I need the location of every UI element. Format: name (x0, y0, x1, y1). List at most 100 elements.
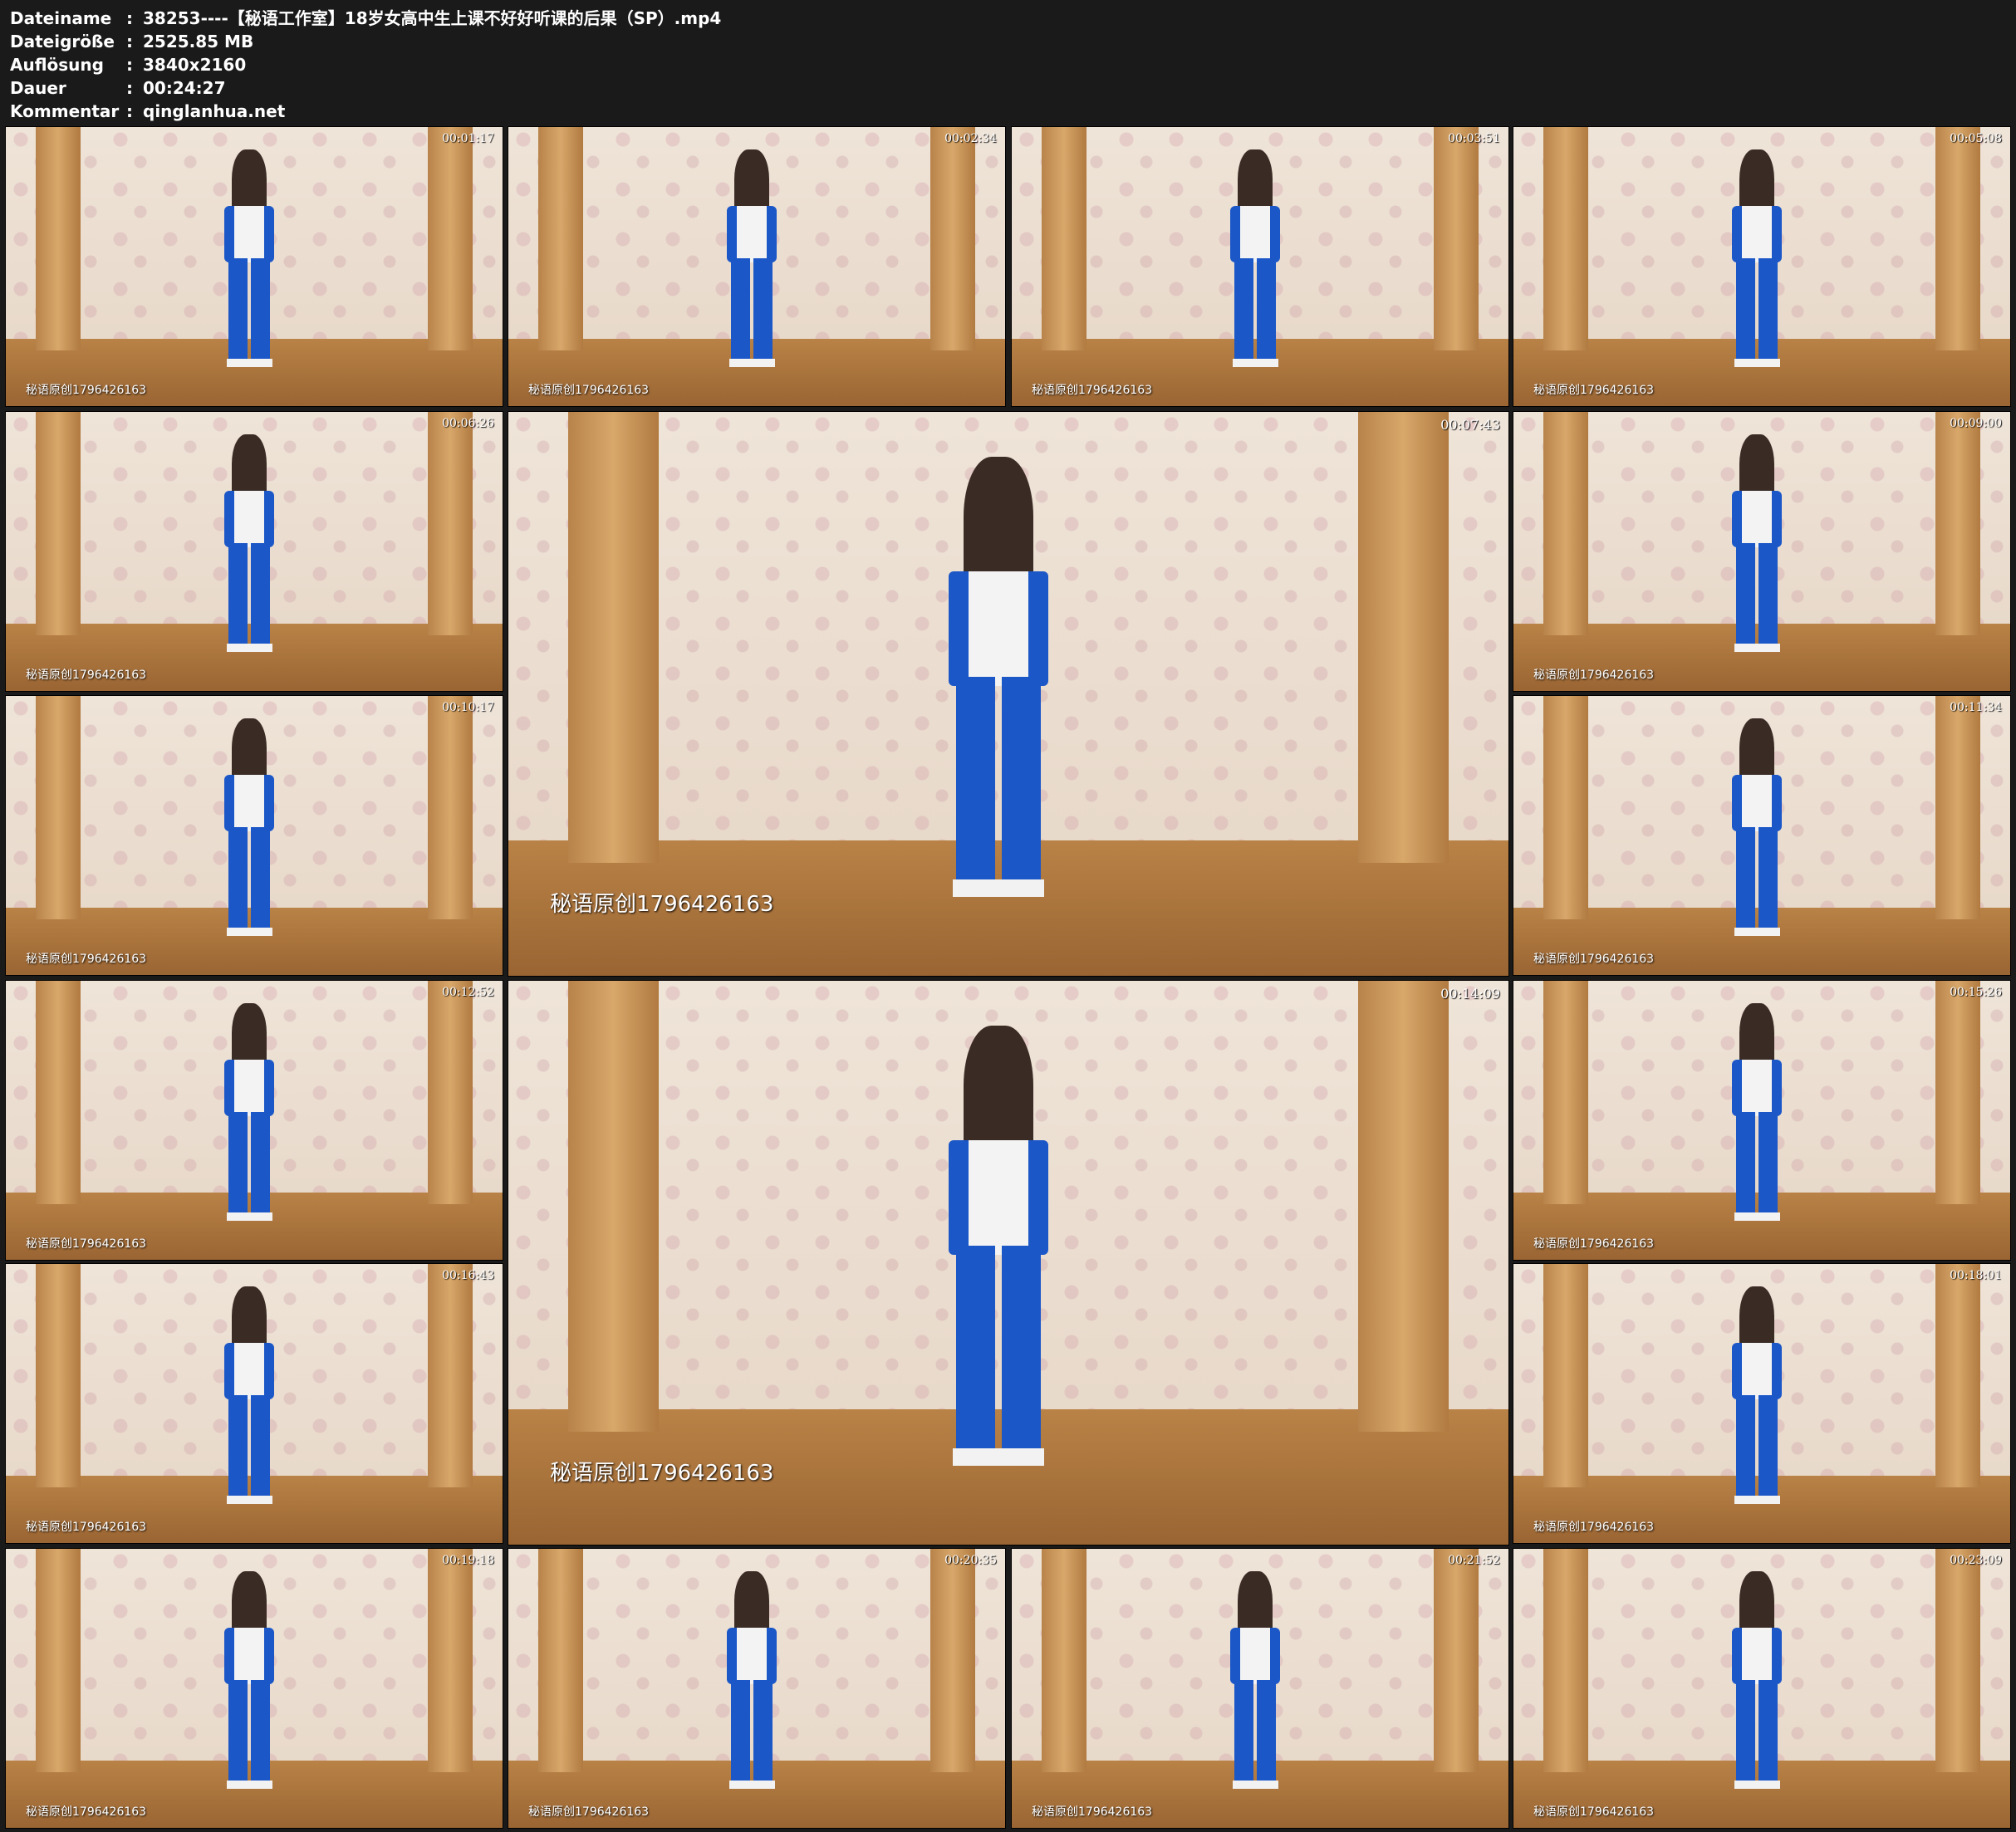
figure-top (224, 1060, 274, 1117)
figure-pants (228, 257, 271, 359)
wooden-beam (537, 1549, 583, 1772)
figure-pants (228, 1111, 271, 1212)
thumbnail-timestamp: 00:03:51 (1448, 132, 1500, 145)
figure-pants (956, 677, 1041, 879)
figure-pants (228, 542, 271, 644)
file-info-value: 3840x2160 (143, 55, 247, 75)
wooden-beam (35, 981, 81, 1204)
wooden-beam (1935, 1549, 1981, 1772)
person-figure (1732, 718, 1782, 936)
file-info-row: Auflösung:3840x2160 (10, 53, 721, 76)
thumbnail-watermark: 秘语原创1796426163 (550, 892, 774, 917)
thumbnail-watermark: 秘语原创1796426163 (550, 1461, 774, 1486)
person-figure (1230, 1570, 1280, 1789)
person-figure (224, 1002, 274, 1221)
figure-top (948, 571, 1049, 686)
figure-pants (730, 1679, 773, 1781)
thumbnail-timestamp: 00:12:52 (442, 986, 494, 999)
person-figure (1732, 1286, 1782, 1504)
video-thumbnail[interactable]: 00:03:51 秘语原创1796426163 (1011, 126, 1509, 407)
wooden-beam (930, 127, 976, 350)
wooden-beam (568, 981, 659, 1433)
file-info-separator: : (126, 8, 133, 28)
thumbnail-watermark: 秘语原创1796426163 (1533, 384, 1655, 397)
figure-pants (956, 1246, 1041, 1448)
figure-pants (228, 826, 271, 928)
person-figure (224, 434, 274, 652)
wooden-beam (930, 1549, 976, 1772)
video-thumbnail[interactable]: 00:23:09 秘语原创1796426163 (1513, 1548, 2011, 1829)
wooden-beam (1358, 412, 1449, 864)
video-thumbnail[interactable]: 00:07:43 秘语原创1796426163 (508, 411, 1509, 977)
wooden-beam (537, 127, 583, 350)
figure-top (1732, 1060, 1782, 1117)
wooden-beam (428, 412, 473, 635)
thumbnail-watermark: 秘语原创1796426163 (528, 1805, 650, 1819)
figure-top (224, 775, 274, 832)
thumbnail-timestamp: 00:01:17 (442, 132, 494, 145)
thumbnail-timestamp: 00:05:08 (1950, 132, 2002, 145)
wooden-beam (1935, 696, 1981, 919)
video-thumbnail[interactable]: 00:14:09 秘语原创1796426163 (508, 980, 1509, 1545)
thumbnail-timestamp: 00:18:01 (1950, 1269, 2002, 1282)
video-thumbnail[interactable]: 00:10:17 秘语原创1796426163 (5, 695, 503, 976)
video-thumbnail[interactable]: 00:06:26 秘语原创1796426163 (5, 411, 503, 692)
figure-shoes (226, 1212, 272, 1221)
figure-pants (1234, 1679, 1277, 1781)
wooden-beam (1543, 981, 1588, 1204)
thumbnail-watermark: 秘语原创1796426163 (1032, 384, 1153, 397)
figure-shoes (728, 358, 775, 367)
thumbnail-timestamp: 00:16:43 (442, 1269, 494, 1282)
thumbnail-timestamp: 00:19:18 (442, 1554, 494, 1567)
figure-shoes (952, 1447, 1045, 1466)
figure-top (1732, 1628, 1782, 1685)
person-figure (1732, 1570, 1782, 1789)
figure-shoes (1734, 358, 1780, 367)
figure-shoes (1734, 1780, 1780, 1789)
person-figure (1732, 434, 1782, 652)
thumbnail-timestamp: 00:21:52 (1448, 1554, 1500, 1567)
figure-shoes (1232, 358, 1278, 367)
file-info-separator: : (126, 101, 133, 121)
thumbnail-watermark: 秘语原创1796426163 (26, 669, 147, 682)
figure-pants (1735, 1394, 1778, 1496)
wooden-beam (35, 127, 81, 350)
wooden-beam (35, 412, 81, 635)
figure-pants (1735, 542, 1778, 644)
video-thumbnail[interactable]: 00:21:52 秘语原创1796426163 (1011, 1548, 1509, 1829)
wooden-beam (1041, 127, 1086, 350)
video-thumbnail[interactable]: 00:15:26 秘语原创1796426163 (1513, 980, 2011, 1261)
video-thumbnail[interactable]: 00:20:35 秘语原创1796426163 (508, 1548, 1006, 1829)
thumbnail-timestamp: 00:14:09 (1440, 986, 1500, 1002)
video-thumbnail[interactable]: 00:18:01 秘语原创1796426163 (1513, 1263, 2011, 1544)
figure-pants (1735, 257, 1778, 359)
wooden-beam (1041, 1549, 1086, 1772)
wooden-beam (568, 412, 659, 864)
file-info-value: 00:24:27 (143, 78, 226, 98)
video-thumbnail[interactable]: 00:05:08 秘语原创1796426163 (1513, 126, 2011, 407)
thumbnail-watermark: 秘语原创1796426163 (1533, 953, 1655, 966)
video-thumbnail[interactable]: 00:11:34 秘语原创1796426163 (1513, 695, 2011, 976)
video-thumbnail[interactable]: 00:19:18 秘语原创1796426163 (5, 1548, 503, 1829)
figure-shoes (226, 1495, 272, 1504)
wooden-beam (1935, 1264, 1981, 1487)
video-thumbnail[interactable]: 00:12:52 秘语原创1796426163 (5, 980, 503, 1261)
file-info-value: 2525.85 MB (143, 32, 254, 51)
video-thumbnail[interactable]: 00:09:00 秘语原创1796426163 (1513, 411, 2011, 692)
thumbnail-timestamp: 00:09:00 (1950, 417, 2002, 430)
video-thumbnail[interactable]: 00:16:43 秘语原创1796426163 (5, 1263, 503, 1544)
wooden-beam (428, 1549, 473, 1772)
figure-top (1732, 1343, 1782, 1400)
file-info-row: Dateiname:38253----【秘语工作室】18岁女高中生上课不好好听课… (10, 7, 721, 30)
figure-top (1732, 206, 1782, 263)
video-thumbnail[interactable]: 00:01:17 秘语原创1796426163 (5, 126, 503, 407)
thumbnail-timestamp: 00:10:17 (442, 701, 494, 714)
thumbnail-watermark: 秘语原创1796426163 (1533, 1805, 1655, 1819)
video-thumbnail[interactable]: 00:02:34 秘语原创1796426163 (508, 126, 1006, 407)
wooden-beam (428, 1264, 473, 1487)
file-info-row: Kommentar: qinglanhua.net (10, 100, 721, 123)
file-info-key: Auflösung (10, 55, 104, 75)
wooden-beam (428, 127, 473, 350)
figure-top (727, 206, 777, 263)
figure-top (224, 1628, 274, 1685)
